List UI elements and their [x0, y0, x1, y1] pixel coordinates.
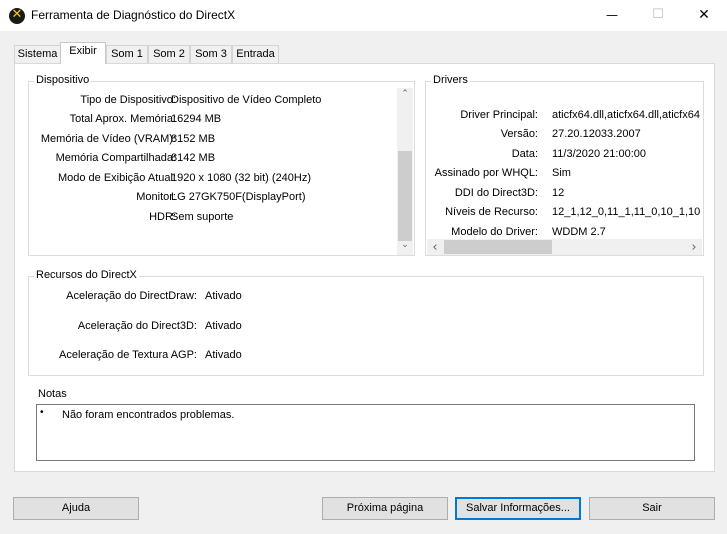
device-value: LG 27GK750F(DisplayPort): [171, 191, 306, 203]
directx-icon: [9, 7, 25, 24]
drivers-group: Drivers Driver Principal: aticfx64.dll,a…: [425, 74, 704, 256]
device-value: 8152 MB: [171, 133, 216, 145]
tab-entrada[interactable]: Entrada: [232, 45, 279, 64]
features-group-title: Recursos do DirectX: [34, 269, 139, 281]
device-label: Memória de Vídeo (VRAM):: [40, 133, 176, 145]
driver-value: 12_1,12_0,11_1,11_0,10_1,10: [552, 206, 701, 218]
driver-label: Níveis de Recurso:: [445, 206, 538, 218]
title-bar: Ferramenta de Diagnóstico do DirectX — ☐…: [0, 0, 727, 31]
scroll-right-icon[interactable]: ›: [686, 240, 702, 255]
tab-som-2[interactable]: Som 2: [148, 45, 190, 64]
driver-value: 12: [552, 187, 565, 199]
window-title: Ferramenta de Diagnóstico do DirectX: [31, 8, 236, 22]
device-value: Dispositivo de Vídeo Completo: [171, 94, 322, 106]
device-value: 1920 x 1080 (32 bit) (240Hz): [171, 172, 312, 184]
feature-value: Ativado: [205, 290, 242, 302]
driver-label: DDI do Direct3D:: [454, 187, 538, 199]
save-info-button[interactable]: Salvar Informações...: [455, 497, 581, 520]
driver-value: Sim: [552, 167, 571, 179]
tab-exibir[interactable]: Exibir: [60, 42, 106, 64]
note-item: Não foram encontrados problemas.: [62, 409, 235, 421]
drivers-horizontal-scrollbar[interactable]: ‹ ›: [427, 239, 702, 255]
device-group-title: Dispositivo: [34, 74, 92, 86]
tab-som-1[interactable]: Som 1: [106, 45, 148, 64]
device-value: Sem suporte: [171, 211, 234, 223]
scroll-down-icon[interactable]: ⌄: [397, 240, 413, 250]
device-group: Dispositivo Tipo de Dispositivo: Disposi…: [28, 74, 415, 256]
scroll-left-icon[interactable]: ‹: [427, 240, 443, 255]
scroll-up-icon[interactable]: ⌃: [397, 89, 413, 99]
device-label: Modo de Exibição Atual:: [57, 172, 176, 184]
minimize-button[interactable]: —: [589, 0, 635, 31]
next-page-button[interactable]: Próxima página: [322, 497, 448, 520]
driver-label: Modelo do Driver:: [451, 226, 538, 238]
maximize-button[interactable]: ☐: [635, 0, 681, 31]
device-value: 8142 MB: [171, 152, 216, 164]
driver-label: Driver Principal:: [460, 109, 538, 121]
device-vertical-scrollbar[interactable]: ⌃ ⌄: [397, 88, 413, 255]
drivers-group-title: Drivers: [431, 74, 470, 86]
scrollbar-thumb[interactable]: [398, 151, 412, 241]
driver-value: WDDM 2.7: [552, 226, 606, 238]
scrollbar-thumb[interactable]: [444, 240, 552, 254]
feature-label: Aceleração do DirectDraw:: [66, 290, 197, 302]
device-label: Total Aprox. Memória:: [69, 113, 176, 125]
feature-label: Aceleração de Textura AGP:: [59, 349, 197, 361]
driver-value: 27.20.12033.2007: [552, 128, 641, 140]
notes-group-title: Notas: [36, 388, 69, 400]
tab-panel: Dispositivo Tipo de Dispositivo: Disposi…: [14, 63, 715, 472]
notes-textbox[interactable]: • Não foram encontrados problemas.: [36, 404, 695, 461]
directx-features-group: Recursos do DirectX Aceleração do Direct…: [28, 269, 704, 376]
exit-button[interactable]: Sair: [589, 497, 715, 520]
tab-sistema[interactable]: Sistema: [14, 45, 61, 64]
close-button[interactable]: ✕: [681, 0, 727, 31]
driver-label: Data:: [511, 148, 538, 160]
device-value: 16294 MB: [171, 113, 222, 125]
bullet-icon: •: [40, 407, 44, 418]
driver-label: Assinado por WHQL:: [434, 167, 538, 179]
driver-value: 11/3/2020 21:00:00: [552, 148, 646, 160]
help-button[interactable]: Ajuda: [13, 497, 139, 520]
tab-som-3[interactable]: Som 3: [190, 45, 232, 64]
feature-value: Ativado: [205, 320, 242, 332]
driver-value: aticfx64.dll,aticfx64.dll,aticfx64: [552, 109, 700, 121]
feature-label: Aceleração do Direct3D:: [77, 320, 197, 332]
feature-value: Ativado: [205, 349, 242, 361]
device-label: Tipo de Dispositivo:: [80, 94, 176, 106]
driver-label: Versão:: [500, 128, 538, 140]
device-label: Memória Compartilhada:: [55, 152, 176, 164]
